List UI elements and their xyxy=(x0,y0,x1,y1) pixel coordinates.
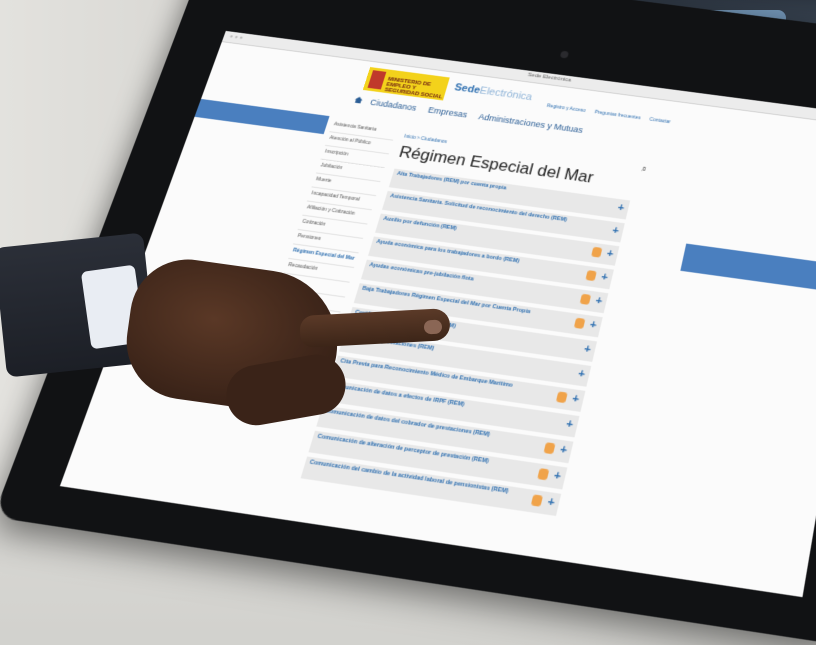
expand-plus-icon[interactable]: + xyxy=(588,319,597,332)
ministry-name: MINISTERIO DE EMPLEO Y SEGURIDAD SOCIAL xyxy=(383,76,443,101)
expand-plus-icon[interactable]: + xyxy=(552,469,562,483)
sign-language-icon[interactable] xyxy=(573,317,586,330)
expand-plus-icon[interactable]: + xyxy=(559,443,569,457)
search-icon[interactable]: ⌕ xyxy=(640,164,648,175)
expand-plus-icon[interactable]: + xyxy=(600,271,609,284)
home-icon[interactable] xyxy=(354,96,364,103)
sign-language-icon[interactable] xyxy=(579,293,592,305)
expand-plus-icon[interactable]: + xyxy=(577,368,587,381)
expand-plus-icon[interactable]: + xyxy=(605,248,614,261)
camera-icon xyxy=(559,50,570,59)
decorative-band-left xyxy=(194,98,330,135)
crest-icon xyxy=(367,70,387,90)
expand-plus-icon[interactable]: + xyxy=(583,343,593,356)
expand-plus-icon[interactable]: + xyxy=(611,225,620,237)
government-logo[interactable]: MINISTERIO DE EMPLEO Y SEGURIDAD SOCIAL xyxy=(362,67,450,101)
sign-language-icon[interactable] xyxy=(543,442,556,455)
expand-plus-icon[interactable]: + xyxy=(565,418,575,432)
sede-logo[interactable]: SedeElectrónica xyxy=(453,82,533,103)
top-link-preguntas[interactable]: Preguntas frecuentes xyxy=(594,110,641,121)
sign-language-icon[interactable] xyxy=(591,246,603,258)
expand-plus-icon[interactable]: + xyxy=(616,202,625,214)
expand-plus-icon[interactable]: + xyxy=(594,295,603,308)
sign-language-icon[interactable] xyxy=(585,270,597,282)
sede-sub: Electrónica xyxy=(478,85,534,103)
sede-main: Sede xyxy=(453,82,482,96)
expand-plus-icon[interactable]: + xyxy=(546,496,556,510)
top-link-contactar[interactable]: Contactar xyxy=(649,117,671,125)
expand-plus-icon[interactable]: + xyxy=(571,392,581,406)
decorative-band-right xyxy=(680,243,816,295)
fingernail xyxy=(423,319,443,335)
top-link-registro[interactable]: Registro y Acceso xyxy=(546,103,586,113)
sign-language-icon[interactable] xyxy=(537,468,550,481)
sign-language-icon[interactable] xyxy=(555,391,568,404)
